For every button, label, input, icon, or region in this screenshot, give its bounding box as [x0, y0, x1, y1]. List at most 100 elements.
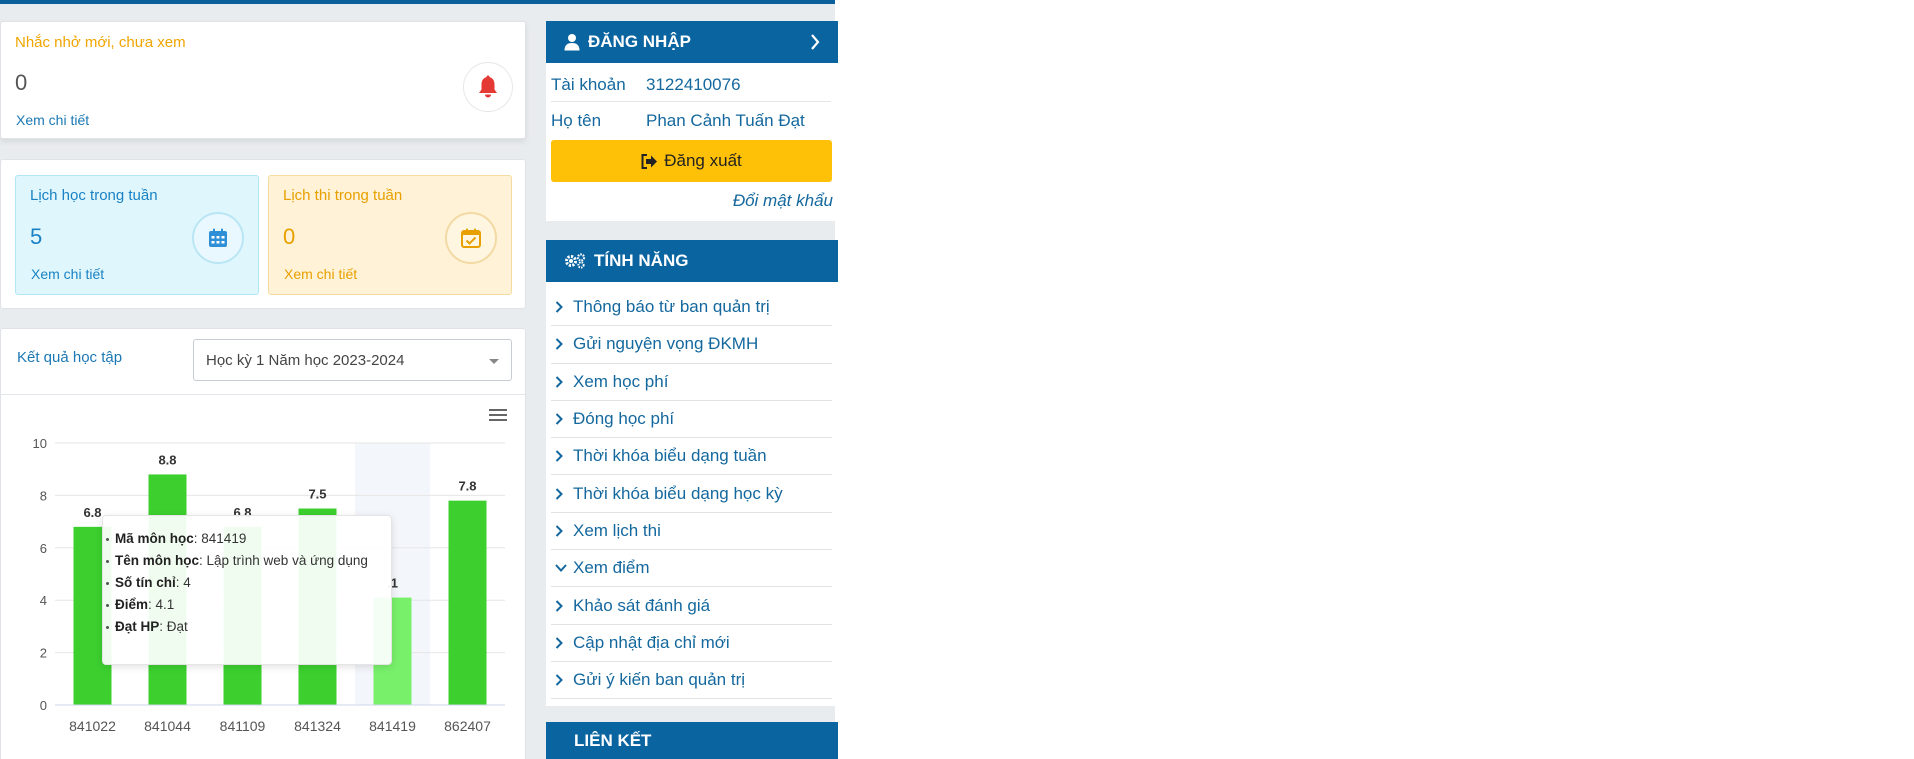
semester-select-value: Học kỳ 1 Năm học 2023-2024: [206, 352, 405, 369]
user-icon: [564, 33, 580, 51]
tooltip-key: Đạt HP: [115, 619, 160, 634]
study-week-tile[interactable]: Lịch học trong tuần 5 Xem chi tiết: [15, 175, 259, 295]
study-week-title: Lịch học trong tuần: [30, 187, 158, 204]
links-box: LIÊN KẾT: [546, 722, 838, 759]
account-label: Tài khoản: [551, 75, 626, 94]
logout-button[interactable]: Đăng xuất: [551, 140, 832, 182]
tooltip-value: 4: [183, 575, 191, 590]
study-week-count: 5: [30, 224, 43, 249]
reminder-detail-link[interactable]: Xem chi tiết: [16, 112, 89, 128]
x-tick-label: 841109: [220, 718, 266, 734]
chevron-right-icon: [555, 487, 571, 500]
feature-item-label: Gửi ý kiến ban quản trị: [573, 670, 746, 690]
tooltip-row: Số tín chỉ: 4: [103, 572, 391, 594]
results-label: Kết quả học tập: [17, 349, 123, 366]
calendar-check-icon: [445, 212, 497, 264]
chevron-right-icon: [555, 301, 571, 313]
tooltip-key: Số tín chỉ: [115, 575, 176, 590]
reminder-title: Nhắc nhở mới, chưa xem: [15, 34, 186, 51]
feature-item-label: Thông báo từ ban quản trị: [573, 297, 770, 317]
tooltip-value: 4.1: [155, 597, 175, 612]
tooltip-value: Đạt: [166, 619, 188, 634]
logout-label: Đăng xuất: [664, 151, 742, 170]
y-tick-label: 10: [33, 436, 47, 451]
exam-week-count: 0: [283, 224, 296, 249]
feature-item-label: Thời khóa biểu dạng học kỳ: [573, 483, 783, 503]
feature-item-label: Xem điểm: [573, 558, 650, 578]
feature-item[interactable]: Gửi ý kiến ban quản trị: [551, 662, 832, 700]
y-tick-label: 4: [40, 593, 47, 608]
bar: [448, 500, 487, 705]
tooltip-value: Lập trình web và ứng dụng: [206, 553, 368, 568]
tooltip-key: Tên môn học: [115, 553, 199, 568]
feature-item-label: Đóng học phí: [573, 409, 675, 429]
semester-select[interactable]: Học kỳ 1 Năm học 2023-2024: [193, 339, 512, 381]
name-label: Họ tên: [551, 111, 602, 130]
results-header: Kết quả học tập Học kỳ 1 Năm học 2023-20…: [1, 329, 525, 395]
feature-item[interactable]: Thông báo từ ban quản trị: [551, 289, 832, 327]
y-tick-label: 0: [40, 698, 47, 713]
y-tick-label: 8: [40, 488, 47, 503]
chart-tooltip: Mã môn học: 841419 Tên môn học: Lập trình…: [102, 515, 392, 665]
study-week-detail-link[interactable]: Xem chi tiết: [31, 266, 104, 282]
bell-icon[interactable]: [463, 62, 513, 112]
feature-item[interactable]: Thời khóa biểu dạng tuần: [551, 438, 832, 476]
bar-value-label: 8.8: [158, 452, 176, 467]
feature-item-label: Xem học phí: [573, 371, 669, 391]
chevron-right-icon: [555, 599, 571, 612]
tooltip-row: Mã môn học: 841419: [103, 528, 391, 550]
feature-item[interactable]: Xem điểm: [551, 550, 832, 588]
exam-week-title: Lịch thi trong tuần: [283, 187, 403, 204]
x-tick-label: 862407: [444, 718, 491, 734]
reminder-card: Nhắc nhở mới, chưa xem 0 Xem chi tiết: [0, 21, 526, 139]
y-tick-label: 2: [40, 646, 47, 661]
tooltip-value: 841419: [201, 531, 247, 546]
tooltip-row: Tên môn học: Lập trình web và ứng dụng: [103, 550, 391, 572]
features-box: TÍNH NĂNG Thông báo từ ban quản trị Gửi n…: [546, 240, 838, 706]
feature-item-label: Thời khóa biểu dạng tuần: [573, 446, 767, 466]
feature-item[interactable]: Đóng học phí: [551, 401, 832, 439]
exam-week-detail-link[interactable]: Xem chi tiết: [284, 266, 357, 282]
login-title: ĐĂNG NHẬP: [588, 32, 691, 51]
account-value: 3122410076: [646, 75, 741, 94]
tooltip-row: Điểm: 4.1: [103, 594, 391, 616]
chevron-down-icon: [555, 564, 571, 573]
bar-value-label: 7.8: [458, 479, 476, 494]
gears-icon: [564, 253, 586, 269]
chevron-down-icon: [489, 359, 499, 364]
chevron-right-icon: [555, 413, 571, 425]
exam-week-tile[interactable]: Lịch thi trong tuần 0 Xem chi tiết: [268, 175, 512, 295]
feature-item[interactable]: Xem lịch thi: [551, 513, 832, 551]
chevron-right-icon: [555, 674, 571, 686]
name-row: Họ tên Phan Cảnh Tuấn Đạt: [551, 102, 831, 138]
x-tick-label: 841044: [144, 718, 191, 734]
change-password-link[interactable]: Đổi mật khẩu: [733, 191, 833, 211]
tooltip-key: Mã môn học: [115, 531, 194, 546]
feature-item[interactable]: Thời khóa biểu dạng học kỳ: [551, 475, 832, 513]
bar-value-label: 7.5: [308, 487, 326, 502]
feature-item[interactable]: Gửi nguyện vọng ĐKMH: [551, 326, 832, 364]
reminder-count: 0: [15, 70, 28, 95]
tooltip-row: Đạt HP: Đạt: [103, 616, 391, 638]
feature-item[interactable]: Khảo sát đánh giá: [551, 587, 832, 625]
links-title: LIÊN KẾT: [574, 730, 652, 750]
chevron-right-icon: [555, 338, 571, 351]
name-value: Phan Cảnh Tuấn Đạt: [646, 111, 805, 130]
feature-item[interactable]: Cập nhật địa chỉ mới: [551, 625, 832, 662]
chevron-right-icon: [555, 637, 571, 649]
login-box: ĐĂNG NHẬP Tài khoản 3122410076 Họ tên Ph…: [546, 21, 838, 221]
week-schedule-panel: Lịch học trong tuần 5 Xem chi tiết Lịch …: [0, 159, 526, 309]
features-list: Thông báo từ ban quản trị Gửi nguyện vọng…: [551, 289, 832, 700]
x-tick-label: 841324: [294, 718, 341, 734]
feature-item[interactable]: Xem học phí: [551, 364, 832, 401]
x-tick-label: 841419: [369, 718, 416, 734]
chevron-right-icon: [555, 450, 571, 463]
sign-out-icon: [641, 153, 658, 169]
links-header: LIÊN KẾT: [546, 722, 838, 759]
calendar-icon: [192, 212, 244, 264]
chevron-right-icon[interactable]: [810, 34, 820, 55]
account-row: Tài khoản 3122410076: [551, 66, 831, 102]
features-title: TÍNH NĂNG: [594, 251, 689, 270]
tooltip-key: Điểm: [115, 597, 149, 612]
feature-item-label: Khảo sát đánh giá: [573, 595, 711, 615]
